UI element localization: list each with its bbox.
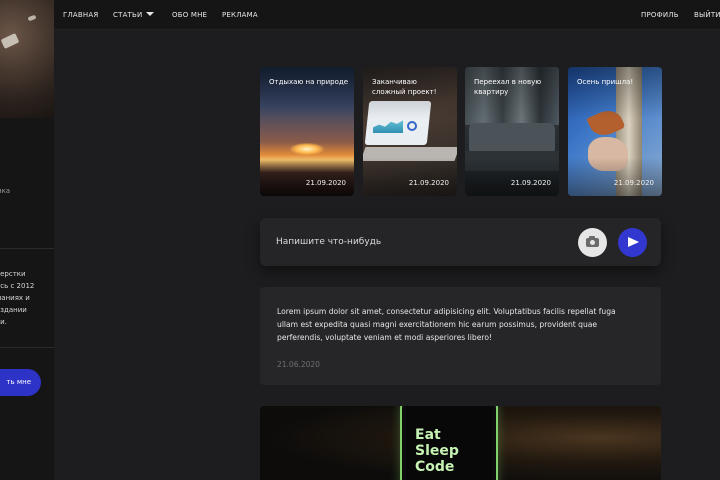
bio-line: оздании [0, 306, 27, 314]
story-date: 21.09.2020 [613, 179, 654, 187]
story-title: Осень пришла! [577, 78, 634, 86]
post-image: Eat Sleep Code [400, 406, 498, 480]
top-nav: ГЛАВНАЯ СТАТЬИ ОБО МНЕ РЕКЛАМА ПРОФИЛЬ В… [0, 0, 720, 30]
story-date: 21.09.2020 [305, 179, 346, 187]
post-date: 21.06.2020 [277, 360, 320, 369]
post-composer [260, 218, 661, 266]
camera-icon [589, 239, 596, 246]
story-title: Заканчиваю сложный проект! [372, 78, 437, 96]
nav-link-ads[interactable]: РЕКЛАМА [222, 11, 258, 19]
bio-line: ось с 2012 [0, 282, 35, 290]
send-button[interactable] [618, 228, 647, 257]
nav-link-about[interactable]: ОБО МНЕ [172, 11, 207, 19]
image-text: Sleep [415, 443, 459, 459]
post-line: perferendis, voluptate veniam et modi as… [277, 333, 493, 342]
divider [0, 347, 54, 348]
bio-line: маниях и [0, 294, 30, 302]
divider [0, 248, 54, 249]
profile-cover-image [0, 0, 54, 118]
post-body: Lorem ipsum dolor sit amet, consectetur … [277, 305, 649, 344]
chevron-down-icon[interactable] [146, 12, 154, 16]
profile-role: нка [0, 187, 11, 195]
post-line: Lorem ipsum dolor sit amet, consectetur … [277, 307, 616, 316]
profile-sidebar: нка верстки ось с 2012 маниях и оздании … [0, 0, 54, 480]
bio-line: ти. [0, 318, 7, 326]
text-post: Lorem ipsum dolor sit amet, consectetur … [260, 287, 661, 385]
image-text: Code [415, 459, 455, 475]
story-card[interactable]: Переехал в новую квартиру 21.09.2020 [465, 67, 559, 196]
story-title: Переехал в новую квартиру [474, 78, 542, 96]
nav-link-articles[interactable]: СТАТЬИ [113, 11, 142, 19]
story-card[interactable]: Заканчиваю сложный проект! 21.09.2020 [363, 67, 457, 196]
attach-photo-button[interactable] [578, 228, 607, 257]
nav-link-logout[interactable]: ВЫЙТИ [694, 11, 720, 19]
nav-link-profile[interactable]: ПРОФИЛЬ [641, 11, 679, 19]
image-post[interactable]: Eat Sleep Code [260, 406, 661, 480]
story-date: 21.09.2020 [408, 179, 449, 187]
post-input[interactable] [276, 231, 566, 253]
send-icon [628, 237, 639, 247]
story-card[interactable]: Осень пришла! 21.09.2020 [568, 67, 662, 196]
story-date: 21.09.2020 [510, 179, 551, 187]
nav-link-home[interactable]: ГЛАВНАЯ [63, 11, 98, 19]
contact-me-button[interactable]: ть мне [0, 369, 41, 396]
profile-bio: верстки ось с 2012 маниях и оздании ти. [0, 268, 54, 328]
post-line: ullam est expedita quasi magni exercitat… [277, 320, 598, 329]
image-text: Eat [415, 427, 441, 443]
story-title: Отдыхаю на природе [269, 78, 349, 86]
bio-line: верстки [0, 270, 26, 278]
story-card[interactable]: Отдыхаю на природе 21.09.2020 [260, 67, 354, 196]
